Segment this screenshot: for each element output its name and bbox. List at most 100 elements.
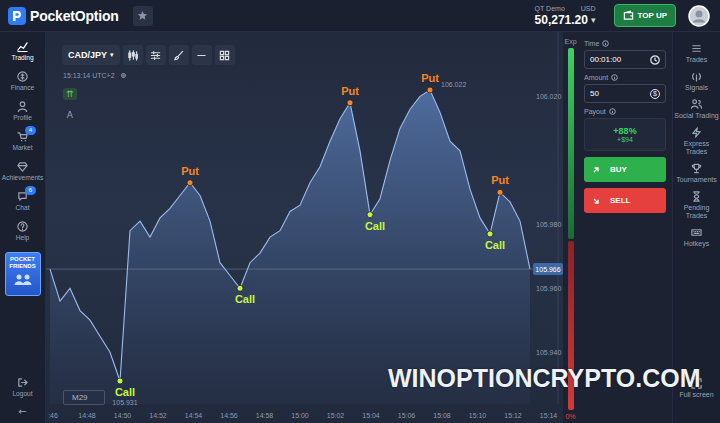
right-nav-item[interactable]: Hotkeys	[684, 224, 709, 252]
signal-label: Call	[365, 220, 385, 232]
sidebar-icon-wrap	[17, 101, 28, 112]
logout-label: Logout	[12, 390, 32, 397]
logout-button[interactable]: Logout	[12, 374, 32, 404]
sidebar-item[interactable]: 6Chat	[16, 188, 30, 218]
payout-percent: +88%	[613, 126, 636, 136]
x-axis-tick: 15:04	[362, 412, 380, 419]
trade-signal[interactable]: Call105.931	[112, 378, 137, 406]
logo-icon	[8, 7, 26, 25]
pocket-friends-banner[interactable]: POCKETFRIENDS	[5, 252, 41, 296]
sidebar-icon-wrap: 4	[17, 131, 28, 142]
right-nav-icon	[691, 43, 702, 54]
collapse-button[interactable]: ←	[18, 404, 26, 419]
clock-icon[interactable]	[650, 55, 660, 65]
sidebar-icon-wrap	[17, 221, 28, 232]
trade-signal[interactable]: Put	[181, 165, 199, 186]
top-bar: PocketOption QT Demo USD50,271.20▾ TOP UP	[0, 0, 720, 32]
symbol-selector[interactable]: CAD/JPY▾	[62, 45, 120, 65]
account-balance[interactable]: QT Demo USD50,271.20▾	[535, 5, 596, 27]
sidebar-item[interactable]: Finance	[11, 68, 34, 98]
watermark: WINOPTIONCRYPTO.COM	[388, 364, 701, 393]
trade-signal[interactable]: Put	[341, 85, 359, 106]
logout-icon	[17, 377, 28, 388]
right-nav-item[interactable]: Signals	[685, 68, 708, 96]
top-up-button[interactable]: TOP UP	[614, 4, 677, 27]
amount-input[interactable]: 50$	[584, 84, 666, 103]
chart-tool-button[interactable]	[146, 45, 166, 65]
right-nav-label: Social Trading	[674, 112, 718, 120]
signal-label: Put	[491, 174, 509, 186]
right-nav-icon	[691, 191, 702, 202]
right-nav-item[interactable]: Tournaments	[676, 160, 716, 188]
sidebar-item[interactable]: Trading	[11, 38, 33, 68]
signal-dot	[487, 231, 493, 237]
sidebar-item[interactable]: Help	[16, 218, 30, 248]
people-icon	[13, 273, 33, 285]
signal-label: Call	[235, 293, 255, 305]
currency-toggle[interactable]: $	[650, 89, 660, 99]
sidebar-item[interactable]: Profile	[13, 98, 32, 128]
right-nav-item[interactable]: Express Trades	[674, 124, 719, 160]
signal-label: Put	[341, 85, 359, 97]
sell-label: SELL	[610, 196, 630, 205]
chart-tool-button[interactable]	[215, 45, 235, 65]
buyers-fill	[568, 48, 574, 239]
info-icon	[611, 74, 618, 81]
payout-profit: +$94	[617, 136, 633, 143]
x-axis-tick: 15:10	[469, 412, 487, 419]
signal-label: Call	[115, 386, 135, 398]
notification-badge: 6	[25, 186, 36, 195]
price-line	[50, 90, 530, 381]
signal-price: 105.931	[112, 399, 137, 406]
sidebar-icon-wrap	[17, 71, 28, 82]
account-currency: USD	[581, 5, 596, 12]
account-type: QT Demo	[535, 5, 565, 12]
x-axis-tick: :46	[48, 412, 58, 419]
chart-tool-button[interactable]	[123, 45, 143, 65]
sidebar-item[interactable]: 4 Market	[12, 128, 32, 158]
sliders-icon	[150, 50, 161, 61]
right-nav-item[interactable]: Social Trading	[674, 96, 718, 124]
chart-tool-button[interactable]	[192, 45, 212, 65]
sidebar-item-label: Chat	[16, 204, 30, 211]
sidebar-item[interactable]: Achievements	[2, 158, 43, 188]
sidebar-item-label: Achievements	[2, 174, 43, 181]
right-nav-item[interactable]: Pending Trades	[674, 188, 719, 224]
arrow-up-icon	[592, 166, 600, 174]
favorite-button[interactable]	[133, 6, 153, 26]
amount-label: Amount	[584, 74, 666, 81]
text-tool[interactable]: A	[67, 110, 73, 120]
time-input[interactable]: 00:01:00	[584, 50, 666, 69]
buy-button[interactable]: BUY	[584, 157, 666, 182]
banner-text: FRIENDS	[9, 263, 35, 270]
sidebar-icon-wrap	[17, 161, 28, 172]
timeframe-selector[interactable]: M29	[63, 390, 105, 405]
avatar[interactable]	[688, 5, 710, 27]
star-icon	[137, 10, 148, 21]
right-nav-label: Pending Trades	[674, 204, 719, 220]
x-axis-tick: 14:58	[256, 412, 274, 419]
trade-signal[interactable]: Call	[235, 285, 255, 305]
trade-signal[interactable]: Call	[365, 212, 385, 232]
balance-caret: ▾	[591, 15, 596, 25]
right-nav-label: Signals	[685, 84, 708, 92]
avatar-icon	[688, 5, 710, 27]
sell-button[interactable]: SELL	[584, 188, 666, 213]
trade-signal[interactable]: Put106.022	[421, 72, 466, 93]
right-nav-item[interactable]: Trades	[686, 40, 708, 68]
gear-icon[interactable]	[120, 72, 127, 79]
y-axis-tick: 105.980	[536, 221, 561, 228]
right-nav-icon	[691, 127, 702, 138]
price-area	[50, 90, 530, 404]
trade-signal[interactable]: Put	[491, 174, 509, 195]
indicator-toggle[interactable]: ⇈	[63, 88, 77, 100]
signal-dot	[497, 189, 503, 195]
trade-signal[interactable]: Call	[485, 231, 505, 251]
x-axis-tick: 15:12	[504, 412, 522, 419]
chart-tool-button[interactable]	[169, 45, 189, 65]
balance: 50,271.20▾	[535, 13, 596, 27]
sidebar-item-label: Market	[12, 144, 32, 151]
signal-dot	[367, 212, 373, 218]
sidebar-icon-wrap	[17, 41, 28, 52]
logo[interactable]: PocketOption	[8, 7, 119, 25]
